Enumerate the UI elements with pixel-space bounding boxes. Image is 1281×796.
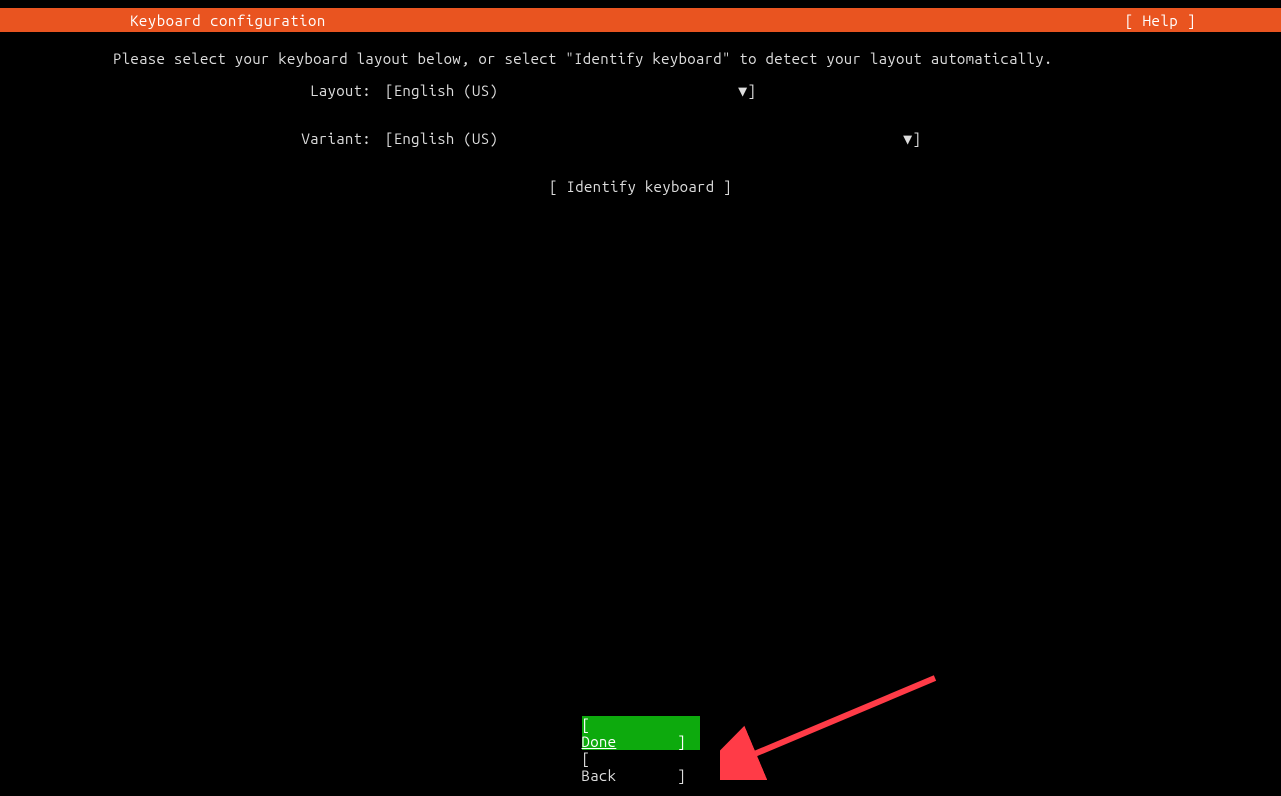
variant-label: Variant: <box>0 130 385 148</box>
variant-row: Variant: [ English (US)▼ ] <box>0 130 1281 148</box>
instruction-text: Please select your keyboard layout below… <box>0 50 1281 67</box>
done-label: Done <box>582 733 617 750</box>
variant-value: English (US) <box>394 130 498 148</box>
help-button[interactable]: [ Help ] <box>1125 12 1281 29</box>
identify-keyboard-button[interactable]: [ Identify keyboard ] <box>0 178 1281 195</box>
layout-dropdown[interactable]: [ English (US)▼ ] <box>385 82 756 100</box>
layout-row: Layout: [ English (US)▼ ] <box>0 82 1281 100</box>
variant-dropdown[interactable]: [ English (US)▼ ] <box>385 130 921 148</box>
chevron-down-icon: ▼ <box>738 82 747 100</box>
chevron-down-icon: ▼ <box>903 130 912 148</box>
page-title: Keyboard configuration <box>0 12 326 29</box>
back-button[interactable]: [ Back ] <box>582 750 700 784</box>
content-area: Please select your keyboard layout below… <box>0 32 1281 195</box>
layout-value: English (US) <box>394 82 498 100</box>
footer-buttons: [ Done ] [ Back ] <box>0 716 1281 784</box>
layout-label: Layout: <box>0 82 385 100</box>
back-label: Back <box>582 767 617 784</box>
done-button[interactable]: [ Done ] <box>582 716 700 750</box>
header-bar: Keyboard configuration [ Help ] <box>0 8 1281 32</box>
